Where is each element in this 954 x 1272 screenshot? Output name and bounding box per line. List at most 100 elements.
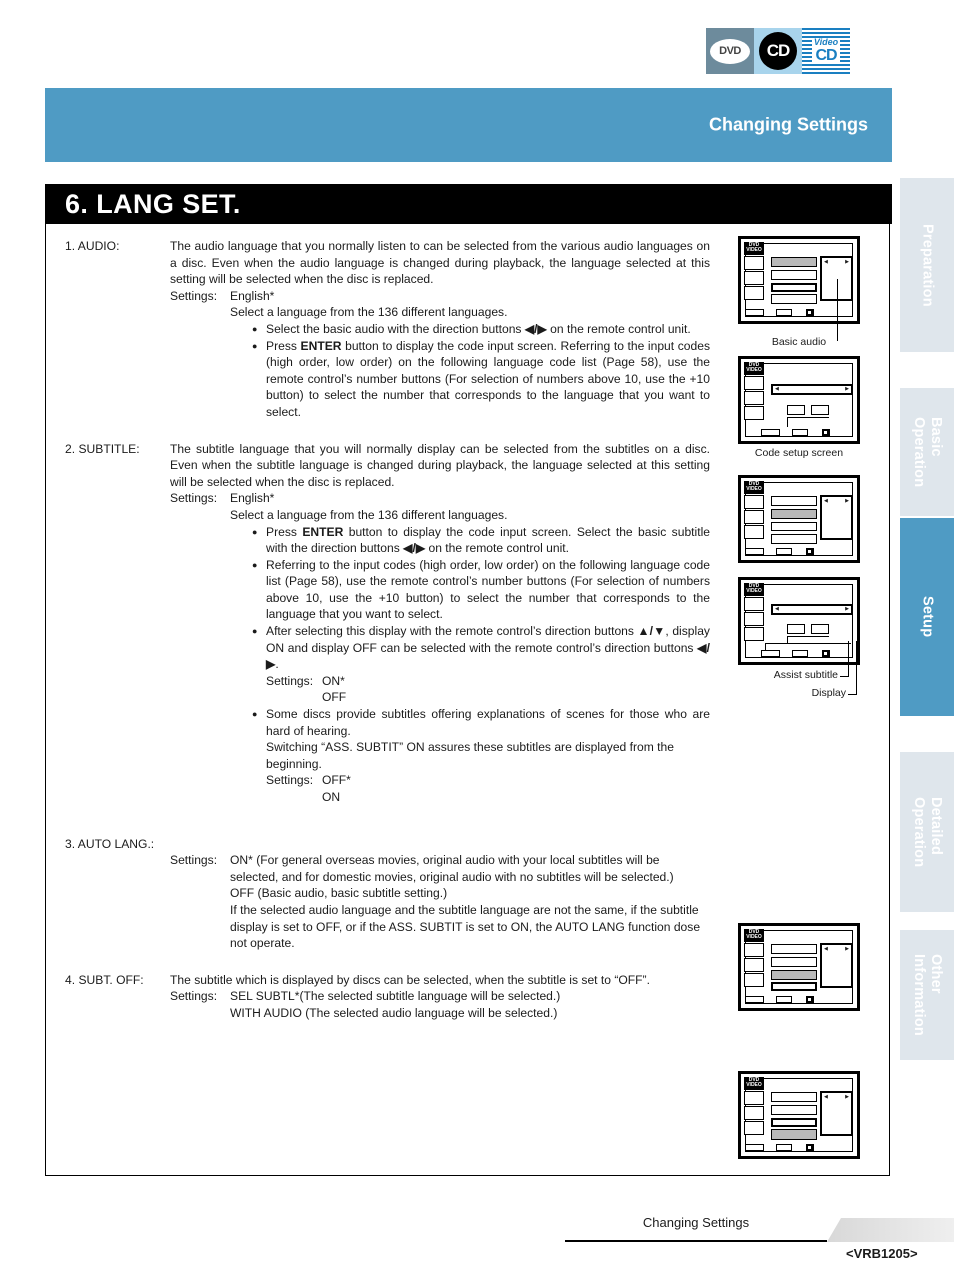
screen-underline xyxy=(787,417,829,418)
screen-row xyxy=(771,534,817,544)
tab-basic-operation-line1: Basic xyxy=(928,416,944,457)
section-subt-off-label: 4. SUBT. OFF: xyxy=(65,972,144,987)
screen-basic-audio-frame: DVD VIDEO ◀ ▶ xyxy=(738,236,860,341)
cd-logo-label: CD xyxy=(759,32,797,70)
section-title-bar: 6. LANG SET. xyxy=(45,184,892,224)
audio-settings-value: English* xyxy=(230,288,275,303)
left-arrow-icon: ◀ xyxy=(824,259,828,265)
dvd-badge-icon: DVD VIDEO xyxy=(744,481,764,494)
audio-bullet-1-post: on the remote control unit. xyxy=(546,321,691,336)
subt-off-value-2: WITH AUDIO (The selected audio language … xyxy=(230,1005,558,1020)
screen-code-setup: DVD VIDEO ◀ ▶ Code setup screen xyxy=(738,356,860,465)
screen-footer-button xyxy=(745,548,764,555)
dvd-logo: DVD xyxy=(706,28,754,74)
tab-other-information[interactable]: Other Information xyxy=(900,930,954,1060)
auto-lang-note: If the selected audio language and the s… xyxy=(230,902,701,951)
screen-left-column xyxy=(744,1091,764,1136)
screen-footer-button xyxy=(776,548,792,555)
tab-detailed-operation[interactable]: Detailed Operation xyxy=(900,752,954,912)
tab-basic-operation[interactable]: Basic Operation xyxy=(900,388,954,516)
right-arrow-icon: ▶ xyxy=(845,606,849,612)
screen-left-item xyxy=(744,376,764,390)
bullet-dot-icon: ● xyxy=(252,526,258,537)
screen-footer-icon xyxy=(806,996,814,1003)
screen-footer-button xyxy=(776,309,792,316)
screen-footer xyxy=(745,648,853,659)
subtitle-b3-settings-on: ON* xyxy=(322,673,345,688)
screen-left-item xyxy=(744,943,764,957)
subtitle-bullet-1-post: on the remote control unit. xyxy=(425,541,569,556)
dvd-badge-icon: DVD VIDEO xyxy=(744,583,764,596)
screen-code-digit xyxy=(811,405,829,415)
tab-preparation[interactable]: Preparation xyxy=(900,178,954,352)
left-arrow-icon: ◀ xyxy=(824,946,828,952)
audio-settings-key: Settings: xyxy=(170,288,218,303)
screen-footer-icon xyxy=(806,548,814,555)
subtitle-bullet-3: ● After selecting this display with the … xyxy=(252,623,710,706)
screen-auto-lang-frame: DVD VIDEO ◀ ▶ xyxy=(738,923,860,1011)
screen-subtitle: DVD VIDEO ◀ ▶ xyxy=(738,475,860,567)
screen-row xyxy=(771,270,817,280)
audio-bullet-1-pre: Select the basic audio with the directio… xyxy=(266,321,525,336)
subtitle-bullet-1-bold: ENTER xyxy=(302,524,344,539)
subtitle-settings-key: Settings: xyxy=(170,491,218,506)
screen-code-input-bar: ◀ ▶ xyxy=(771,384,853,395)
subtitle-bullet-3-pre: After selecting this display with the re… xyxy=(266,624,638,639)
cd-logo: CD xyxy=(754,28,802,74)
screen-left-item xyxy=(744,525,764,539)
footer-title: Changing Settings xyxy=(642,1215,750,1230)
subtitle-bullet-3-post: . xyxy=(275,657,279,672)
screen-left-column xyxy=(744,943,764,988)
tab-detailed-operation-label: Detailed Operation xyxy=(910,797,944,867)
subtitle-b3-settings-key: Settings: xyxy=(266,673,314,688)
screen-assist-subtitle-frame: DVD VIDEO ◀ ▶ xyxy=(738,577,860,665)
right-arrow-icon: ▶ xyxy=(845,259,849,265)
screen-assist-subtitle-caption: Assist subtitle xyxy=(773,669,838,681)
tab-basic-operation-line2: Operation xyxy=(911,416,927,488)
screen-left-item xyxy=(744,1091,764,1105)
right-arrow-icon: ▶ xyxy=(845,1094,849,1100)
screen-footer-button xyxy=(792,650,808,657)
screen-left-item xyxy=(744,271,764,285)
right-arrow-icon: ▶ xyxy=(845,386,849,392)
screen-row-selected xyxy=(771,970,817,980)
left-arrow-icon: ◀ xyxy=(824,498,828,504)
screen-row-selected xyxy=(771,1129,817,1140)
screen-left-column xyxy=(744,495,764,540)
video-cd-logo-main: CD xyxy=(812,48,840,64)
tab-setup[interactable]: Setup xyxy=(900,518,954,716)
instructions-body: 1. AUDIO: The audio language that you no… xyxy=(65,238,710,1022)
screen-code-digit xyxy=(787,405,805,415)
screen-left-item xyxy=(744,406,764,420)
tab-other-information-label: Other Information xyxy=(910,954,944,1036)
screen-code-digit xyxy=(811,624,829,634)
screen-value-panel: ◀ ▶ xyxy=(820,1091,853,1136)
audio-bullet-2: ● Press ENTER button to display the code… xyxy=(252,338,710,421)
audio-settings-note: Select a language from the 136 different… xyxy=(230,305,508,320)
screen-row xyxy=(771,1092,817,1102)
tab-basic-operation-label: Basic Operation xyxy=(910,417,944,487)
tab-other-information-line2: Information xyxy=(911,954,927,1036)
tab-preparation-label: Preparation xyxy=(919,223,936,307)
screen-footer xyxy=(745,427,853,438)
screen-left-column xyxy=(744,597,764,642)
screen-footer-button xyxy=(776,996,792,1003)
screen-left-item xyxy=(744,510,764,524)
screen-left-item xyxy=(744,597,764,611)
screen-footer xyxy=(745,994,853,1005)
tab-detailed-operation-line2: Operation xyxy=(911,796,927,868)
screen-illustrations: DVD VIDEO ◀ ▶ Basic audio DVD VIDEO ◀ ▶ … xyxy=(738,236,860,1163)
leader-line xyxy=(837,279,838,341)
screen-left-item xyxy=(744,612,764,626)
screen-underline xyxy=(787,417,788,427)
section-audio: 1. AUDIO: The audio language that you no… xyxy=(65,238,710,421)
section-subt-off: 4. SUBT. OFF: The subtitle which is disp… xyxy=(65,972,710,1022)
bullet-dot-icon: ● xyxy=(252,559,258,570)
audio-bullet-1-arrows: ◀/▶ xyxy=(524,321,547,336)
left-arrow-icon: ◀ xyxy=(824,1094,828,1100)
screen-row xyxy=(771,957,817,967)
screen-left-item xyxy=(744,627,764,641)
footer-tab-shape xyxy=(827,1218,954,1242)
leader-line-assist-h xyxy=(840,676,849,677)
subtitle-settings-value: English* xyxy=(230,491,275,506)
